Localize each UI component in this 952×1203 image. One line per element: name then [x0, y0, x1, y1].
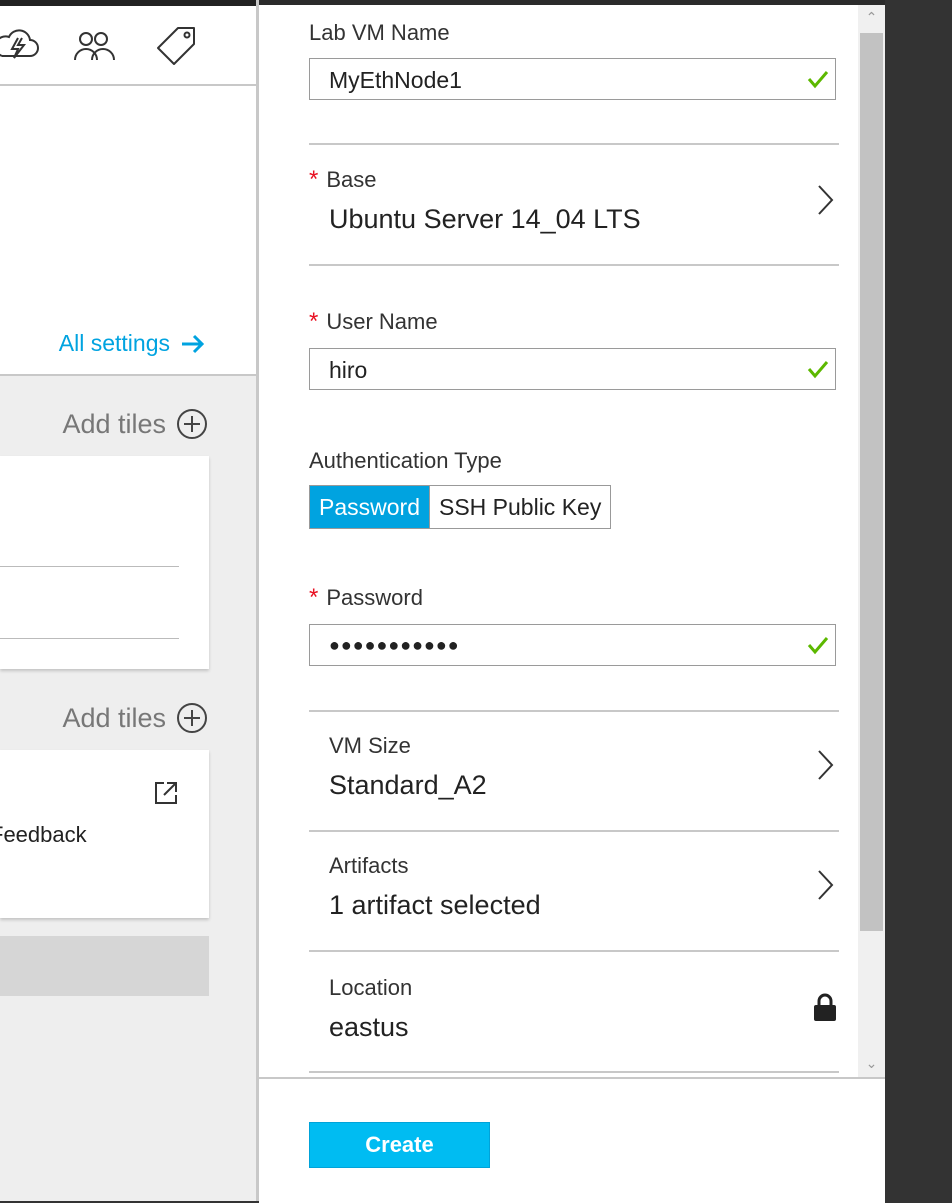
users-icon[interactable] — [72, 26, 116, 66]
user-name-label-text: User Name — [326, 309, 438, 334]
password-label-text: Password — [326, 585, 423, 610]
required-mark: * — [309, 308, 319, 335]
valid-check-icon — [807, 71, 829, 89]
lab-vm-name-label: Lab VM Name — [309, 20, 450, 45]
divider — [309, 143, 839, 145]
divider — [309, 264, 839, 266]
scrollbar[interactable]: ⌃ ⌄ — [858, 5, 885, 1077]
tag-icon[interactable] — [154, 26, 198, 66]
left-blade: All settings Add tiles Add tiles Feedbac… — [0, 0, 256, 1201]
add-tiles-button[interactable]: Add tiles — [62, 702, 208, 734]
location-value: eastus — [329, 1012, 409, 1042]
user-name-value[interactable]: hiro — [329, 357, 367, 384]
chevron-right-icon[interactable] — [815, 869, 835, 901]
location-label: Location — [329, 975, 413, 1000]
all-settings-label[interactable]: All settings — [59, 330, 170, 357]
scroll-up-icon[interactable]: ⌃ — [858, 9, 885, 31]
cloud-lightning-icon[interactable] — [0, 26, 40, 66]
create-button[interactable]: Create — [309, 1122, 490, 1168]
lab-vm-name-value[interactable]: MyEthNode1 — [329, 67, 462, 94]
background-dark — [885, 0, 952, 1201]
password-input[interactable]: ●●●●●●●●●●● — [309, 624, 836, 666]
arrow-right-icon — [182, 334, 205, 353]
divider — [0, 566, 179, 567]
tile-placeholder — [0, 936, 209, 996]
required-mark: * — [309, 584, 319, 611]
add-tiles-button[interactable]: Add tiles — [62, 408, 208, 440]
chevron-right-icon[interactable] — [815, 184, 835, 216]
valid-check-icon — [807, 637, 829, 655]
divider — [309, 710, 839, 712]
base-value[interactable]: Ubuntu Server 14_04 LTS — [329, 204, 641, 235]
auth-option-password[interactable]: Password — [310, 486, 429, 528]
required-mark: * — [309, 166, 319, 193]
divider — [309, 830, 839, 832]
user-name-label: * User Name — [309, 308, 438, 336]
add-circle-icon — [177, 703, 207, 733]
blade-footer: Create — [259, 1077, 885, 1203]
lab-vm-name-input[interactable]: MyEthNode1 — [309, 58, 836, 100]
new-lab-vm-blade: Lab VM Name MyEthNode1 * Base Ubuntu Serv… — [259, 0, 885, 1203]
authentication-type-label: Authentication Type — [309, 448, 502, 473]
divider — [0, 638, 179, 639]
artifacts-value[interactable]: 1 artifact selected — [329, 890, 541, 921]
add-tiles-label[interactable]: Add tiles — [62, 703, 166, 734]
artifacts-label: Artifacts — [329, 853, 409, 878]
add-tiles-label[interactable]: Add tiles — [62, 409, 166, 440]
user-name-input[interactable]: hiro — [309, 348, 836, 390]
scroll-down-icon[interactable]: ⌄ — [858, 1055, 885, 1077]
vm-size-value[interactable]: Standard_A2 — [329, 770, 487, 801]
valid-check-icon — [807, 361, 829, 379]
feedback-label: Feedback — [0, 822, 87, 847]
divider — [309, 1071, 839, 1073]
password-label: * Password — [309, 584, 423, 612]
external-link-icon[interactable] — [153, 780, 179, 806]
add-circle-icon — [177, 409, 207, 439]
feedback-tile[interactable]: Feedback — [0, 750, 209, 918]
authentication-type-toggle[interactable]: Password SSH Public Key — [309, 485, 612, 529]
lock-icon — [814, 993, 836, 1021]
password-value[interactable]: ●●●●●●●●●●● — [329, 635, 460, 656]
tile[interactable] — [0, 456, 209, 669]
base-label-text: Base — [326, 167, 377, 192]
base-label: * Base — [309, 166, 377, 194]
scrollbar-thumb[interactable] — [860, 33, 883, 931]
vm-size-label: VM Size — [329, 733, 411, 758]
auth-option-ssh-public-key[interactable]: SSH Public Key — [428, 486, 611, 528]
divider — [309, 950, 839, 952]
resource-toolbar — [0, 6, 256, 86]
all-settings-link[interactable]: All settings — [59, 330, 206, 357]
chevron-right-icon[interactable] — [815, 749, 835, 781]
top-bar — [259, 0, 885, 5]
